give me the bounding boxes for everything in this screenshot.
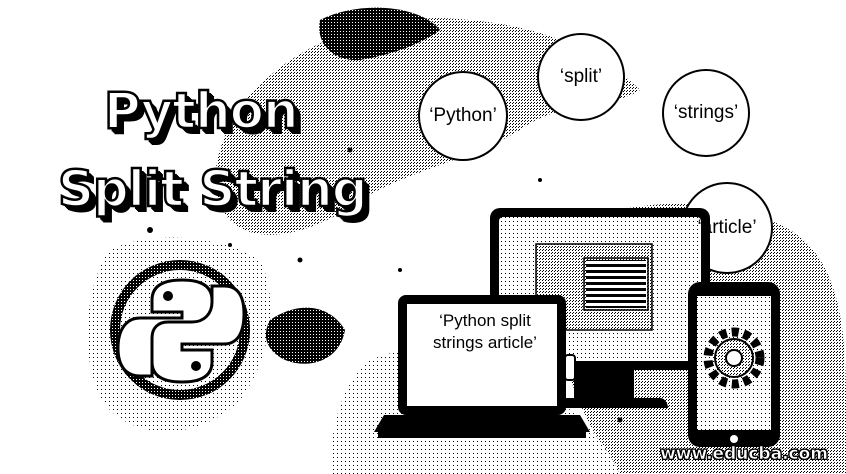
title-line-1: Python (103, 81, 300, 142)
title-line-2: Split String (57, 159, 369, 220)
document-icon (583, 257, 649, 311)
bubble-text: ‘strings’ (673, 102, 739, 123)
laptop-screen-text: ‘Python split strings article’ (433, 311, 537, 352)
bubble-text: ‘Python’ (429, 105, 497, 126)
bubble-text: ‘article’ (697, 217, 757, 238)
banner: Python Split String ‘Python’ ‘split’ ‘st… (0, 0, 846, 474)
bubble-text: ‘split’ (559, 66, 603, 87)
python-logo-icon (110, 260, 250, 400)
website-watermark: www.educba.com (660, 444, 829, 465)
